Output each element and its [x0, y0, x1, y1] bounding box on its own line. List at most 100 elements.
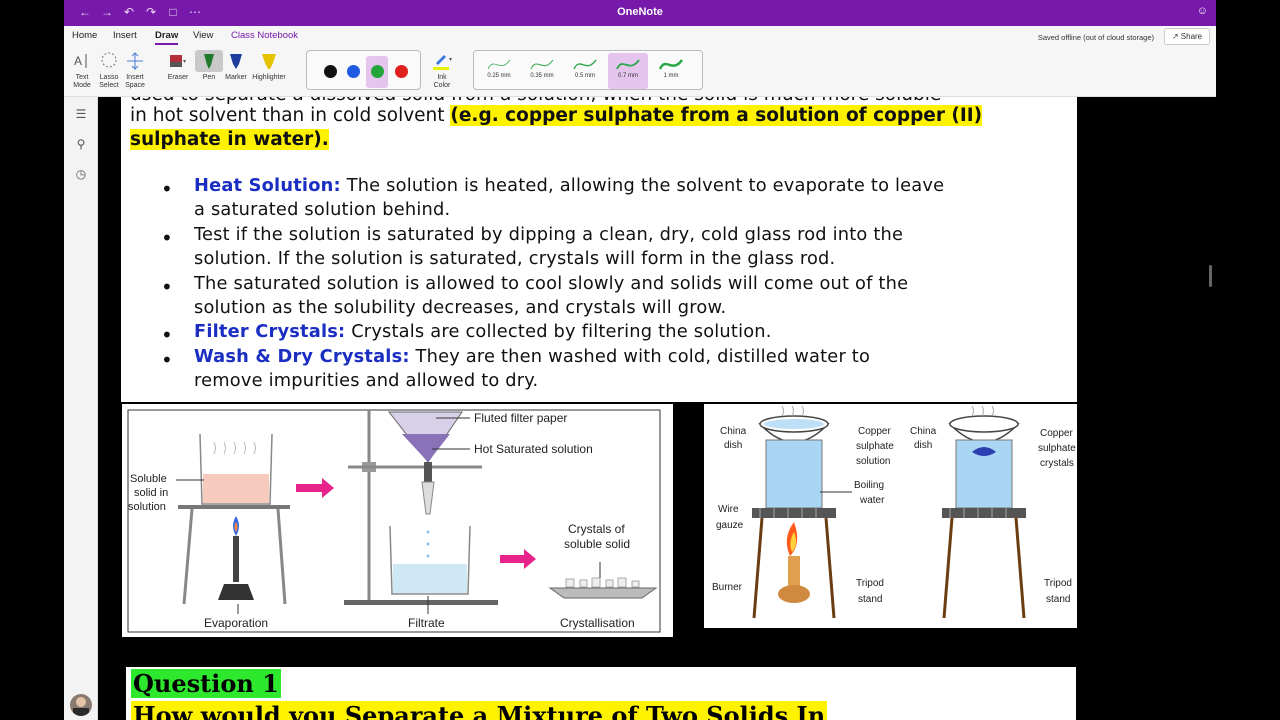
bullet-continuation: remove impurities and allowed to dry.	[194, 370, 539, 391]
thickness-stroke-icon	[530, 59, 554, 70]
label-wire-1: Wire	[718, 504, 739, 515]
share-button[interactable]: ↗ Share	[1164, 28, 1210, 45]
color-swatch-green[interactable]	[371, 65, 384, 78]
label-wire-2: gauze	[716, 520, 744, 531]
label-crystallisation: Crystallisation	[560, 616, 635, 630]
notebooks-icon[interactable]: ☰	[73, 107, 89, 123]
insert-space-button[interactable]: Insert Space	[121, 50, 149, 90]
label-copper-cry-2: sulphate	[1038, 443, 1076, 454]
save-status: Saved offline (out of cloud storage)	[1037, 33, 1154, 42]
text-mode-icon: A	[68, 50, 96, 72]
lasso-label-1: Lasso	[99, 74, 119, 81]
draw-ribbon: A Text Mode Lasso Select Insert Space ▾ …	[64, 46, 1216, 97]
thickness-label: 0.5 mm	[574, 73, 595, 79]
tab-class-notebook[interactable]: Class Notebook	[231, 30, 298, 41]
text-mode-label-2: Mode	[73, 82, 91, 89]
copper-sulphate-diagram[interactable]: China dish Copper sulphate solution Boil…	[704, 404, 1077, 628]
bullet-body: They are then washed with cold, distille…	[409, 346, 871, 367]
thickness-stroke-icon	[487, 59, 511, 70]
bullet-marker: •	[161, 177, 173, 201]
color-palette	[306, 50, 421, 90]
pen-icon	[195, 50, 223, 72]
text-line-2: in hot solvent than in cold solvent (e.g…	[130, 105, 983, 126]
eraser-icon: ▾	[164, 50, 192, 72]
crystallisation-diagram-art: Soluble solid in solution Fluted filter …	[127, 409, 661, 633]
bullet-marker: •	[161, 348, 173, 372]
text-line-3: sulphate in water).	[130, 129, 329, 150]
thickness-0-35[interactable]: 0.35 mm	[522, 53, 562, 89]
bullet-continuation: a saturated solution behind.	[194, 199, 451, 220]
label-evaporation: Evaporation	[204, 616, 268, 630]
window-title: OneNote	[617, 6, 663, 18]
label-tripod-2: stand	[858, 594, 882, 605]
marker-icon	[222, 50, 250, 72]
ink-color-icon: ▾	[426, 50, 458, 72]
label-soluble-3: solution	[128, 501, 166, 513]
arrow-icon	[296, 478, 334, 498]
lasso-icon	[95, 50, 123, 72]
pen-button[interactable]: Pen	[195, 50, 223, 82]
label-china-dish-2-1: China	[910, 426, 937, 437]
color-swatch-red[interactable]	[395, 65, 408, 78]
text-mode-label-1: Text	[75, 74, 89, 81]
question-block[interactable]: Question 1 How would you Separate a Mixt…	[126, 667, 1076, 720]
thickness-label: 0.7 mm	[617, 73, 638, 79]
share-label: Share	[1180, 32, 1203, 41]
insert-space-label-2: Space	[125, 82, 145, 89]
thickness-0-25[interactable]: 0.25 mm	[479, 53, 519, 89]
label-china-dish-2: dish	[724, 440, 742, 451]
title-bar: ← → ↶ ↷ □ ⋯ OneNote ☺	[64, 0, 1216, 26]
label-boiling-1: Boiling	[854, 480, 884, 491]
bullet-marker: •	[161, 226, 173, 250]
label-crystals-2: soluble solid	[564, 537, 630, 551]
scrollbar-thumb[interactable]	[1209, 265, 1212, 287]
search-icon[interactable]: ⚲	[73, 137, 89, 153]
avatar[interactable]	[70, 694, 92, 716]
recent-icon[interactable]: ◷	[73, 167, 89, 183]
pen-label: Pen	[202, 74, 216, 81]
bullet-heading: Wash & Dry Crystals:	[194, 346, 410, 367]
text-mode-button[interactable]: A Text Mode	[68, 50, 96, 90]
insert-space-icon	[121, 50, 149, 72]
label-fluted-filter: Fluted filter paper	[474, 411, 567, 425]
ink-color-label-1: Ink	[437, 74, 447, 81]
tab-home[interactable]: Home	[72, 30, 97, 41]
marker-button[interactable]: Marker	[222, 50, 250, 82]
label-copper-cry-3: crystals	[1040, 458, 1074, 469]
thickness-label: 1 mm	[663, 73, 679, 79]
page-canvas[interactable]: used to separate a dissolved solid from …	[98, 97, 1216, 720]
color-swatch-blue[interactable]	[347, 65, 360, 78]
highlighter-icon	[252, 50, 286, 72]
thickness-0-7[interactable]: 0.7 mm	[608, 53, 648, 89]
svg-text:▾: ▾	[183, 59, 186, 65]
eraser-label: Eraser	[167, 74, 189, 81]
eraser-button[interactable]: ▾ Eraser	[164, 50, 192, 82]
copper-sulphate-diagram-art: China dish Copper sulphate solution Boil…	[712, 405, 1076, 619]
label-copper-sol-1: Copper	[858, 426, 891, 437]
thickness-1[interactable]: 1 mm	[651, 53, 691, 89]
tab-view[interactable]: View	[193, 30, 213, 41]
tab-insert[interactable]: Insert	[113, 30, 137, 41]
label-burner: Burner	[712, 582, 743, 593]
highlighter-button[interactable]: Highlighter	[252, 50, 286, 82]
ink-color-button[interactable]: ▾ Ink Color	[426, 50, 458, 90]
lasso-select-button[interactable]: Lasso Select	[95, 50, 123, 90]
tab-draw[interactable]: Draw	[155, 30, 179, 45]
highlight-example: (e.g. copper sulphate from a solution of…	[450, 105, 983, 126]
label-china-dish-1: China	[720, 426, 747, 437]
note-text-block[interactable]: used to separate a dissolved solid from …	[121, 97, 1077, 402]
ink-color-label-2: Color	[433, 82, 451, 89]
onenote-window: ← → ↶ ↷ □ ⋯ OneNote ☺ Home Insert Draw V…	[64, 0, 1216, 720]
crystallisation-diagram[interactable]: Soluble solid in solution Fluted filter …	[122, 404, 673, 637]
thickness-label: 0.35 mm	[530, 73, 554, 79]
color-swatch-black[interactable]	[324, 65, 337, 78]
person-icon[interactable]: ☺	[1197, 5, 1208, 17]
bullet-test-saturated: Test if the solution is saturated by dip…	[194, 224, 904, 245]
bullet-heading: Heat Solution:	[194, 175, 341, 196]
label-china-dish-2-2: dish	[914, 440, 932, 451]
text-plain: in hot solvent than in cold solvent	[130, 105, 451, 126]
label-copper-sol-2: sulphate	[856, 441, 894, 452]
marker-label: Marker	[225, 74, 247, 81]
thickness-0-5[interactable]: 0.5 mm	[565, 53, 605, 89]
label-tripod-1: Tripod	[856, 578, 884, 589]
